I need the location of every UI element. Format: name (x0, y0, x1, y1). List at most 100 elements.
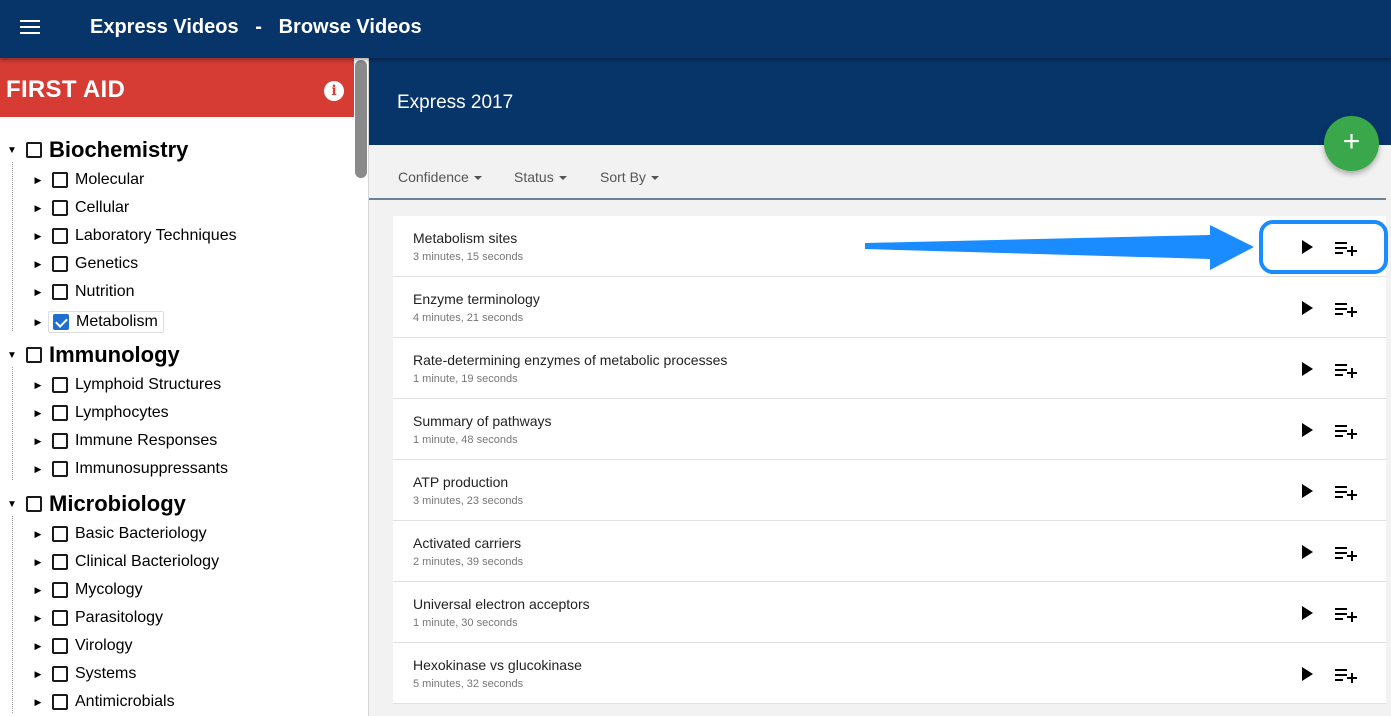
video-row[interactable]: Enzyme terminology 4 minutes, 21 seconds (393, 277, 1386, 338)
topic-checkbox[interactable] (52, 638, 68, 654)
expand-toggle-icon[interactable]: ▶ (32, 464, 44, 475)
video-row[interactable]: Metabolism sites 3 minutes, 15 seconds (393, 216, 1386, 277)
topic-molecular: ▶ Molecular (32, 171, 144, 189)
topic-checkbox[interactable] (52, 582, 68, 598)
topic-label[interactable]: Lymphocytes (75, 404, 169, 422)
video-duration: 1 minute, 48 seconds (413, 434, 518, 446)
topic-label[interactable]: Systems (75, 665, 136, 683)
play-icon[interactable] (1300, 422, 1314, 438)
topic-basic-bacteriology: ▶ Basic Bacteriology (32, 525, 207, 543)
topic-label[interactable]: Laboratory Techniques (75, 227, 237, 245)
topic-checkbox[interactable] (52, 554, 68, 570)
expand-toggle-icon[interactable]: ▼ (6, 145, 18, 156)
play-icon[interactable] (1300, 239, 1314, 255)
topic-checkbox[interactable] (52, 284, 68, 300)
topic-label[interactable]: Nutrition (75, 283, 135, 301)
topic-checkbox[interactable] (52, 256, 68, 272)
playlist-add-icon[interactable] (1335, 423, 1357, 439)
topic-checkbox[interactable] (53, 314, 69, 330)
topic-label[interactable]: Immunosuppressants (75, 460, 228, 478)
expand-toggle-icon[interactable]: ▶ (32, 697, 44, 708)
video-title: Hexokinase vs glucokinase (413, 657, 582, 673)
expand-toggle-icon[interactable]: ▶ (32, 317, 44, 328)
subject-label[interactable]: Biochemistry (49, 137, 188, 163)
expand-toggle-icon[interactable]: ▼ (6, 350, 18, 361)
subject-checkbox[interactable] (26, 347, 42, 363)
video-row[interactable]: ATP production 3 minutes, 23 seconds (393, 460, 1386, 521)
topic-checkbox[interactable] (52, 405, 68, 421)
expand-toggle-icon[interactable]: ▶ (32, 408, 44, 419)
topic-label[interactable]: Clinical Bacteriology (75, 553, 219, 571)
subject-immunology: ▼ Immunology (6, 342, 180, 368)
expand-toggle-icon[interactable]: ▶ (32, 231, 44, 242)
status-filter-label: Status (514, 169, 554, 185)
sort-by-filter-label: Sort By (600, 169, 646, 185)
topic-label[interactable]: Basic Bacteriology (75, 525, 207, 543)
topic-checkbox[interactable] (52, 666, 68, 682)
topic-label[interactable]: Cellular (75, 199, 129, 217)
video-title: Metabolism sites (413, 230, 518, 246)
expand-toggle-icon[interactable]: ▶ (32, 557, 44, 568)
sort-by-filter[interactable]: Sort By (600, 169, 659, 185)
topic-checkbox[interactable] (52, 172, 68, 188)
expand-toggle-icon[interactable]: ▶ (32, 641, 44, 652)
play-icon[interactable] (1300, 300, 1314, 316)
expand-toggle-icon[interactable]: ▶ (32, 585, 44, 596)
subject-checkbox[interactable] (26, 142, 42, 158)
confidence-filter[interactable]: Confidence (398, 169, 482, 185)
expand-toggle-icon[interactable]: ▶ (32, 613, 44, 624)
play-icon[interactable] (1300, 605, 1314, 621)
add-button[interactable]: + (1324, 116, 1379, 171)
topic-checkbox[interactable] (52, 694, 68, 710)
playlist-add-icon[interactable] (1335, 240, 1357, 256)
expand-toggle-icon[interactable]: ▶ (32, 287, 44, 298)
playlist-add-icon[interactable] (1335, 667, 1357, 683)
topic-checkbox[interactable] (52, 228, 68, 244)
video-row[interactable]: Universal electron acceptors 1 minute, 30… (393, 582, 1386, 643)
expand-toggle-icon[interactable]: ▼ (6, 499, 18, 510)
topic-label[interactable]: Lymphoid Structures (75, 376, 221, 394)
subject-checkbox[interactable] (26, 496, 42, 512)
subject-label[interactable]: Immunology (49, 342, 180, 368)
topic-checkbox[interactable] (52, 461, 68, 477)
topic-label[interactable]: Antimicrobials (75, 693, 175, 711)
topic-label[interactable]: Parasitology (75, 609, 163, 627)
video-row[interactable]: Summary of pathways 1 minute, 48 seconds (393, 399, 1386, 460)
topic-label[interactable]: Genetics (75, 255, 138, 273)
expand-toggle-icon[interactable]: ▶ (32, 259, 44, 270)
topic-label[interactable]: Virology (75, 637, 133, 655)
playlist-add-icon[interactable] (1335, 545, 1357, 561)
scrollbar-thumb[interactable] (355, 60, 367, 178)
subject-label[interactable]: Microbiology (49, 491, 186, 517)
topic-checkbox[interactable] (52, 526, 68, 542)
topic-checkbox[interactable] (52, 610, 68, 626)
video-row[interactable]: Activated carriers 2 minutes, 39 seconds (393, 521, 1386, 582)
expand-toggle-icon[interactable]: ▶ (32, 175, 44, 186)
sidebar-scrollbar[interactable] (355, 58, 367, 716)
topic-checkbox[interactable] (52, 433, 68, 449)
playlist-add-icon[interactable] (1335, 301, 1357, 317)
expand-toggle-icon[interactable]: ▶ (32, 669, 44, 680)
play-icon[interactable] (1300, 361, 1314, 377)
playlist-add-icon[interactable] (1335, 362, 1357, 378)
menu-icon[interactable] (20, 20, 40, 36)
video-row[interactable]: Hexokinase vs glucokinase 5 minutes, 32 s… (393, 643, 1386, 704)
play-icon[interactable] (1300, 544, 1314, 560)
topic-label[interactable]: Immune Responses (75, 432, 217, 450)
status-filter[interactable]: Status (514, 169, 567, 185)
topic-label[interactable]: Molecular (75, 171, 144, 189)
expand-toggle-icon[interactable]: ▶ (32, 203, 44, 214)
expand-toggle-icon[interactable]: ▶ (32, 529, 44, 540)
expand-toggle-icon[interactable]: ▶ (32, 436, 44, 447)
play-icon[interactable] (1300, 483, 1314, 499)
topic-label[interactable]: Metabolism (76, 313, 158, 331)
playlist-add-icon[interactable] (1335, 606, 1357, 622)
topic-row: Parasitology (52, 609, 163, 627)
topic-label[interactable]: Mycology (75, 581, 143, 599)
playlist-add-icon[interactable] (1335, 484, 1357, 500)
play-icon[interactable] (1300, 666, 1314, 682)
video-row[interactable]: Rate-determining enzymes of metabolic pr… (393, 338, 1386, 399)
expand-toggle-icon[interactable]: ▶ (32, 380, 44, 391)
topic-checkbox[interactable] (52, 377, 68, 393)
topic-checkbox[interactable] (52, 200, 68, 216)
